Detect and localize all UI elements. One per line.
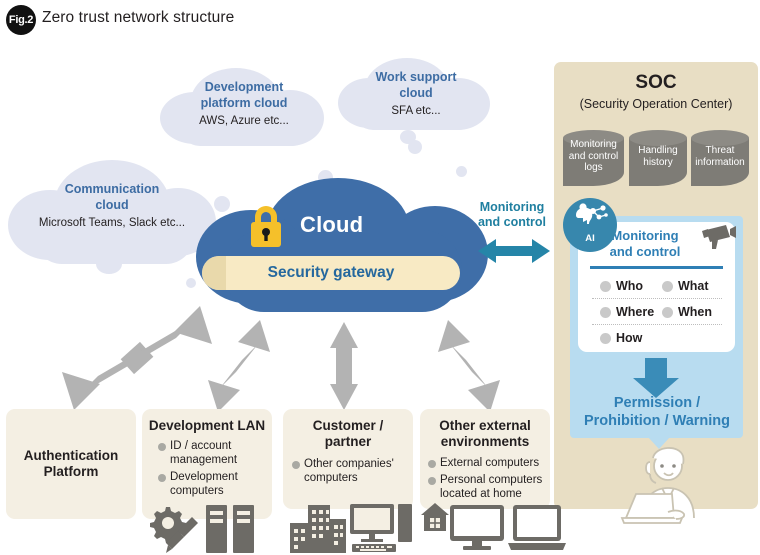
figure-badge: Fig.2 [6, 5, 36, 35]
list-item: Development computers [158, 470, 268, 498]
panel-caret [648, 437, 670, 449]
cloud-communication: Communication cloud Microsoft Teams, Sla… [8, 160, 216, 274]
card-item-how: How [600, 331, 642, 345]
mc-line1: Monitoring [479, 200, 545, 214]
decorative-bubble [456, 166, 467, 177]
box-title-line2: environments [440, 434, 530, 450]
box-title-development-lan: Development LAN [142, 418, 272, 434]
box-title-other-external: Other external environments [420, 418, 550, 450]
cloud-subtitle: AWS, Azure etc... [199, 115, 289, 128]
office-buildings-icon [290, 505, 346, 553]
cloud-work-support: Work support cloud SFA etc... [338, 58, 494, 144]
server-rack-icon [206, 505, 254, 553]
box-items-customer-partner: Other companies' computers [292, 457, 408, 488]
soc-subtitle: (Security Operation Center) [579, 97, 733, 111]
arrow-cloud-to-development-lan [208, 320, 270, 412]
box-title-customer-partner: Customer / partner [283, 418, 413, 450]
cloud-title-line2: cloud [95, 197, 129, 212]
cloud-title-line1: Communication [64, 182, 160, 196]
threat-information-db: Threat information [691, 130, 749, 186]
main-cloud [196, 178, 488, 314]
cloud-title-line2: cloud [399, 85, 433, 100]
desktop-computer-icon [350, 504, 412, 552]
box-title-authentication-platform: Authentication Platform [6, 448, 136, 480]
box-title-line1: Customer / [312, 418, 384, 433]
decorative-bubble [186, 278, 196, 288]
card-item-who: Who [600, 279, 643, 293]
cloud-subtitle: SFA etc... [391, 105, 441, 118]
arrow-cloud-to-customer-partner [330, 322, 358, 410]
card-row-divider [592, 298, 722, 299]
laptop-icon [508, 505, 566, 550]
cloud-title-line2: platform cloud [200, 95, 288, 110]
monitoring-and-control-logs-db: Monitoring and control logs [563, 130, 624, 186]
security-camera-icon [702, 225, 736, 249]
card-item-label: How [616, 331, 643, 345]
ai-brain-network-icon [576, 203, 608, 224]
db-label: Monitoring and control logs [568, 139, 619, 174]
box-title-line1: Other external [439, 418, 531, 433]
bullet-dot [600, 280, 611, 292]
decorative-bubble [408, 140, 422, 154]
list-item: Other companies' computers [292, 457, 408, 485]
home-icon [421, 503, 449, 531]
list-item: ID / account management [158, 439, 268, 467]
card-item-what: What [662, 279, 709, 293]
outcome-label: Permission / Prohibition / Warning [572, 394, 742, 430]
handling-history-db: Handling history [629, 130, 687, 186]
card-item-where: Where [600, 305, 654, 319]
security-gateway-pill[interactable]: Security gateway [202, 256, 460, 290]
card-divider [590, 266, 723, 269]
outcome-line1: Permission / [613, 395, 701, 411]
bullet-dot [662, 280, 673, 292]
card-item-when: When [662, 305, 712, 319]
padlock-icon [251, 206, 281, 247]
box-items-other-external: External computers Personal computers lo… [428, 456, 548, 504]
card-item-label: When [678, 305, 713, 319]
list-item: External computers [428, 456, 548, 470]
db-label: Handling history [638, 145, 678, 168]
soc-title: SOC [635, 72, 677, 93]
bullet-dot [600, 306, 611, 318]
cloud-subtitle: Microsoft Teams, Slack etc... [38, 217, 186, 230]
box-title-line2: partner [324, 434, 372, 450]
box-title-line2: Platform [43, 464, 99, 480]
cloud-title-line1: Development [204, 80, 284, 94]
list-item: Personal computers located at home [428, 473, 548, 501]
box-title-line1: Authentication [23, 448, 119, 463]
bullet-dot [600, 332, 611, 344]
security-gateway-label: Security gateway [267, 264, 395, 281]
card-row-divider [592, 324, 722, 325]
arrow-cloud-to-other-external [438, 320, 500, 412]
mc-line2: and control [477, 215, 547, 229]
main-cloud-label: Cloud [300, 212, 364, 237]
card-item-label: What [678, 279, 709, 293]
gear-screwdriver-icon [150, 507, 198, 553]
double-arrow-horizontal-icon [478, 239, 550, 263]
db-label: Threat information [695, 145, 745, 168]
figure-title: Zero trust network structure [42, 9, 235, 26]
support-operator-icon [620, 447, 695, 524]
cloud-development-platform: Development platform cloud AWS, Azure et… [160, 68, 328, 148]
card-item-label: Where [616, 305, 655, 319]
card-item-label: Who [616, 279, 644, 293]
ai-badge-label: AI [585, 233, 595, 244]
outcome-line2: Prohibition / Warning [583, 413, 731, 430]
box-items-development-lan: ID / account management Development comp… [158, 439, 268, 501]
bullet-dot [662, 306, 673, 318]
box-title-line1: Development LAN [148, 418, 266, 433]
arrow-cloud-to-authentication [62, 306, 212, 410]
monitor-icon [450, 505, 504, 550]
arrow-down-icon [633, 358, 679, 398]
monitoring-control-link-label: Monitoring and control [464, 200, 560, 230]
cloud-title-line1: Work support [375, 70, 457, 84]
